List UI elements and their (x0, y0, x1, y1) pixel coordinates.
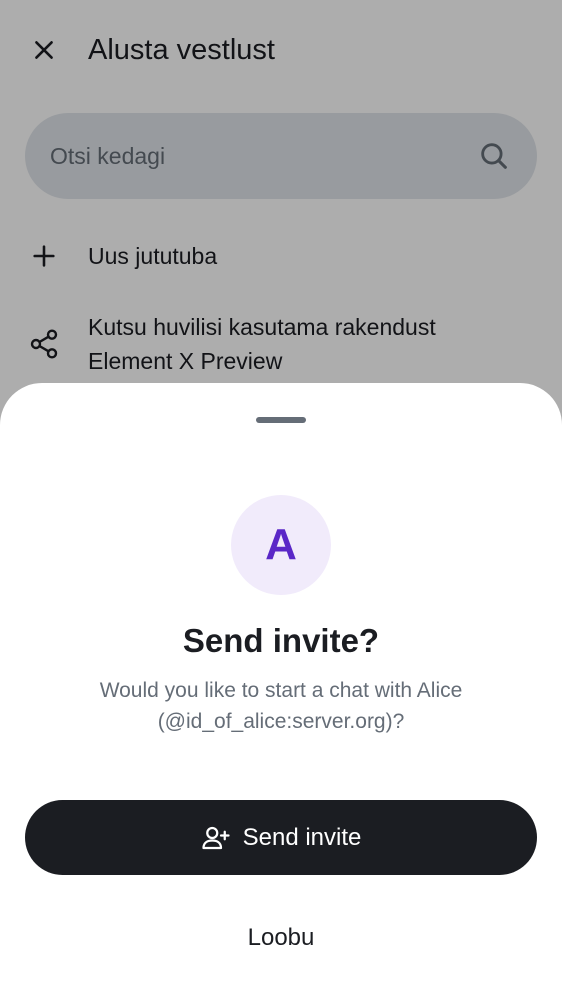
drag-handle[interactable] (256, 417, 306, 423)
cancel-label: Loobu (247, 923, 315, 951)
dialog-message-line1: Would you like to start a chat with Alic… (99, 679, 463, 702)
dialog-title: Send invite? (182, 622, 380, 659)
send-invite-button[interactable]: Send invite (25, 800, 537, 875)
dialog-message-line2: (@id_of_alice:server.org)? (157, 710, 405, 733)
cancel-button[interactable]: Loobu (25, 900, 537, 975)
add-user-icon (202, 826, 230, 849)
dialog-message: Would you like to start a chat with Alic… (60, 675, 502, 737)
send-invite-label: Send invite (242, 823, 362, 851)
avatar: A (231, 495, 331, 595)
send-invite-bottom-sheet: A Send invite? Would you like to start a… (0, 383, 562, 1000)
